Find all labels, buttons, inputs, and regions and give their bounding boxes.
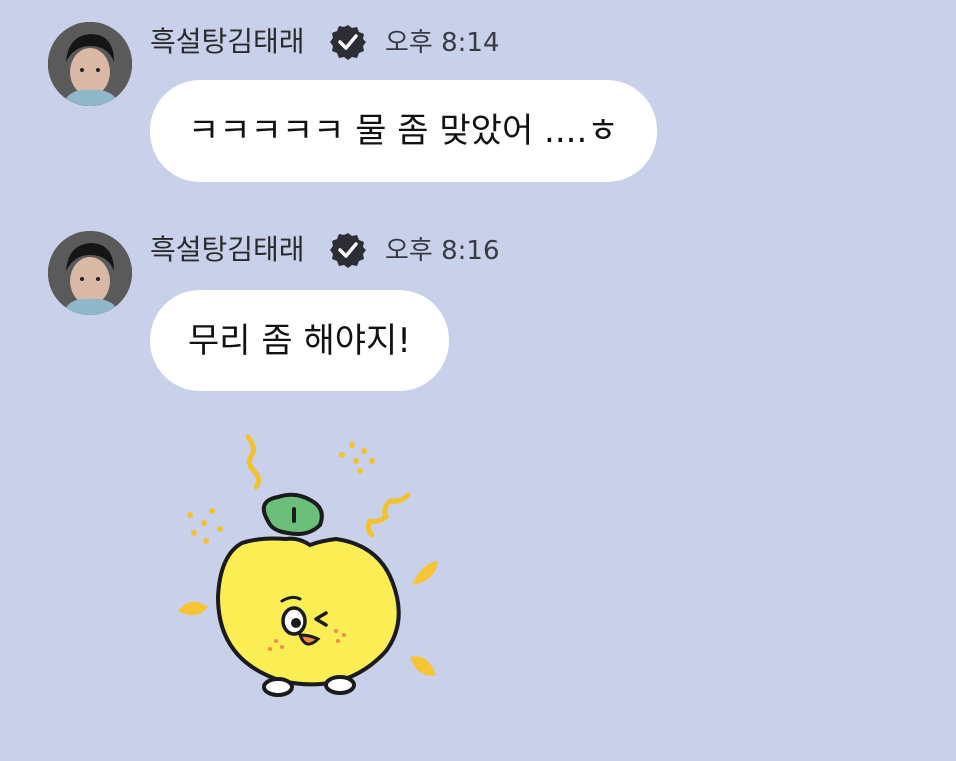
sender-avatar[interactable] (48, 231, 132, 315)
verified-badge-icon (330, 25, 366, 60)
avatar-photo (48, 22, 132, 106)
verified-badge-icon (330, 233, 366, 268)
message-bubble[interactable]: 무리 좀 해야지! (150, 290, 449, 391)
sender-name[interactable]: 흑설탕김태래 (150, 230, 305, 270)
sender-name[interactable]: 흑설탕김태래 (150, 22, 305, 62)
message-time: 오후 8:14 (385, 28, 500, 58)
lemon-character-sticker[interactable] (160, 425, 460, 715)
avatar-photo (48, 231, 132, 315)
sender-avatar[interactable] (48, 22, 132, 106)
message-bubble[interactable]: ㅋㅋㅋㅋㅋ 물 좀 맞았어 ....ㅎ (150, 80, 657, 182)
message-time: 오후 8:16 (385, 236, 500, 266)
